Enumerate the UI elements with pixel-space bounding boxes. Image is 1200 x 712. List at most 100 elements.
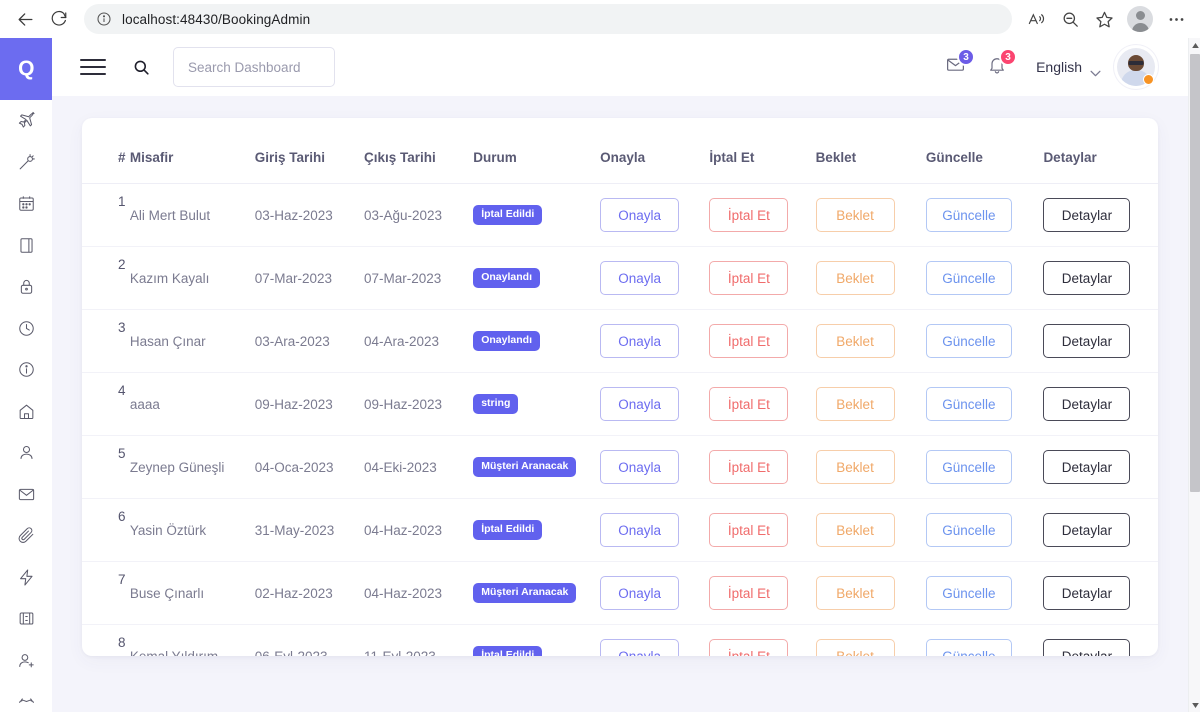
col-checkin: Giriş Tarihi: [254, 132, 364, 184]
wait-button[interactable]: Beklet: [815, 198, 895, 232]
approve-button[interactable]: Onayla: [600, 639, 680, 656]
update-button[interactable]: Güncelle: [925, 324, 1012, 358]
wait-button[interactable]: Beklet: [815, 513, 895, 547]
back-button[interactable]: [8, 2, 42, 36]
row-cancel-cell: İptal Et: [709, 561, 816, 625]
row-cancel-cell: İptal Et: [709, 498, 816, 562]
search-icon[interactable]: [132, 58, 151, 77]
row-index: 6: [82, 498, 130, 562]
update-button[interactable]: Güncelle: [925, 261, 1012, 295]
update-button[interactable]: Güncelle: [925, 198, 1012, 232]
hamburger-menu[interactable]: [80, 59, 106, 75]
col-update: Güncelle: [925, 132, 1044, 184]
row-guest-name: aaaa: [129, 372, 255, 436]
row-approve-cell: Onayla: [600, 625, 709, 656]
envelope-icon: [17, 485, 36, 504]
cancel-button[interactable]: İptal Et: [709, 387, 789, 421]
row-status-cell: Onaylandı: [473, 309, 601, 373]
messages-badge: 3: [957, 48, 976, 66]
cancel-button[interactable]: İptal Et: [709, 450, 789, 484]
search-input[interactable]: [188, 59, 320, 75]
sidebar-item-mail[interactable]: [0, 474, 52, 516]
row-status-cell: İptal Edildi: [473, 625, 600, 656]
row-status-cell: Müşteri Aranacak: [473, 435, 601, 499]
scroll-down-arrow[interactable]: [1189, 698, 1200, 712]
approve-button[interactable]: Onayla: [600, 450, 680, 484]
browser-profile-avatar[interactable]: [1127, 6, 1153, 32]
scrollbar-thumb[interactable]: [1190, 54, 1200, 492]
sidebar-item-list[interactable]: [0, 598, 52, 640]
sidebar-item-magic[interactable]: [0, 142, 52, 184]
language-selector[interactable]: English: [1036, 59, 1101, 76]
details-button[interactable]: Detaylar: [1043, 261, 1131, 295]
cancel-button[interactable]: İptal Et: [709, 324, 789, 358]
row-cancel-cell: İptal Et: [709, 435, 816, 499]
approve-button[interactable]: Onayla: [600, 576, 680, 610]
details-button[interactable]: Detaylar: [1043, 513, 1131, 547]
sidebar-item-book[interactable]: [0, 225, 52, 267]
row-guest-name: Zeynep Güneşli: [129, 435, 255, 499]
details-button[interactable]: Detaylar: [1043, 387, 1131, 421]
app-logo[interactable]: Q: [0, 38, 52, 100]
col-details: Detaylar: [1043, 132, 1158, 184]
cancel-button[interactable]: İptal Et: [709, 576, 789, 610]
approve-button[interactable]: Onayla: [600, 513, 680, 547]
reload-button[interactable]: [42, 2, 76, 36]
cancel-button[interactable]: İptal Et: [709, 261, 789, 295]
row-checkin-date: 03-Haz-2023: [254, 183, 364, 247]
site-info-icon[interactable]: [96, 11, 112, 27]
more-settings-icon[interactable]: [1160, 3, 1192, 35]
row-wait-cell: Beklet: [815, 561, 926, 625]
messages-button[interactable]: 3: [938, 48, 976, 84]
details-button[interactable]: Detaylar: [1043, 450, 1131, 484]
cancel-button[interactable]: İptal Et: [709, 198, 789, 232]
status-badge: Müşteri Aranacak: [473, 583, 577, 603]
scroll-up-arrow[interactable]: [1189, 38, 1200, 52]
avatar-sunglasses: [1128, 61, 1144, 65]
update-button[interactable]: Güncelle: [925, 513, 1012, 547]
approve-button[interactable]: Onayla: [600, 198, 680, 232]
update-button[interactable]: Güncelle: [925, 450, 1012, 484]
sidebar-item-security[interactable]: [0, 266, 52, 308]
approve-button[interactable]: Onayla: [600, 324, 680, 358]
page-scrollbar[interactable]: [1188, 38, 1200, 712]
sidebar-item-calendar[interactable]: [0, 183, 52, 225]
row-approve-cell: Onayla: [600, 561, 710, 625]
sidebar-item-add-user[interactable]: [0, 640, 52, 682]
wait-button[interactable]: Beklet: [815, 450, 895, 484]
update-button[interactable]: Güncelle: [925, 576, 1012, 610]
details-button[interactable]: Detaylar: [1043, 198, 1131, 232]
sidebar-item-support[interactable]: [0, 681, 52, 712]
search-input-wrapper[interactable]: [173, 47, 335, 87]
sidebar-item-profile[interactable]: [0, 432, 52, 474]
wait-button[interactable]: Beklet: [815, 639, 895, 656]
notifications-button[interactable]: 3: [980, 48, 1018, 84]
sidebar-item-history[interactable]: [0, 308, 52, 350]
update-button[interactable]: Güncelle: [925, 387, 1012, 421]
wait-button[interactable]: Beklet: [815, 324, 895, 358]
row-cancel-cell: İptal Et: [709, 246, 816, 310]
cancel-button[interactable]: İptal Et: [709, 639, 789, 656]
cancel-button[interactable]: İptal Et: [709, 513, 789, 547]
user-icon: [17, 443, 36, 462]
row-index: 3: [82, 309, 130, 373]
sidebar-item-flights[interactable]: [0, 100, 52, 142]
sidebar-item-home[interactable]: [0, 391, 52, 433]
read-aloud-icon[interactable]: [1020, 3, 1052, 35]
details-button[interactable]: Detaylar: [1043, 324, 1131, 358]
details-button[interactable]: Detaylar: [1043, 576, 1131, 610]
approve-button[interactable]: Onayla: [600, 387, 680, 421]
details-button[interactable]: Detaylar: [1043, 639, 1131, 656]
wait-button[interactable]: Beklet: [815, 387, 895, 421]
approve-button[interactable]: Onayla: [600, 261, 680, 295]
row-cancel-cell: İptal Et: [709, 309, 816, 373]
update-button[interactable]: Güncelle: [925, 639, 1012, 656]
zoom-icon[interactable]: [1054, 3, 1086, 35]
sidebar-item-info[interactable]: [0, 349, 52, 391]
sidebar-item-activity[interactable]: [0, 557, 52, 599]
wait-button[interactable]: Beklet: [815, 261, 895, 295]
wait-button[interactable]: Beklet: [815, 576, 895, 610]
favorite-star-icon[interactable]: [1088, 3, 1120, 35]
address-bar[interactable]: localhost:48430/BookingAdmin: [84, 4, 1012, 34]
sidebar-item-attachments[interactable]: [0, 515, 52, 557]
